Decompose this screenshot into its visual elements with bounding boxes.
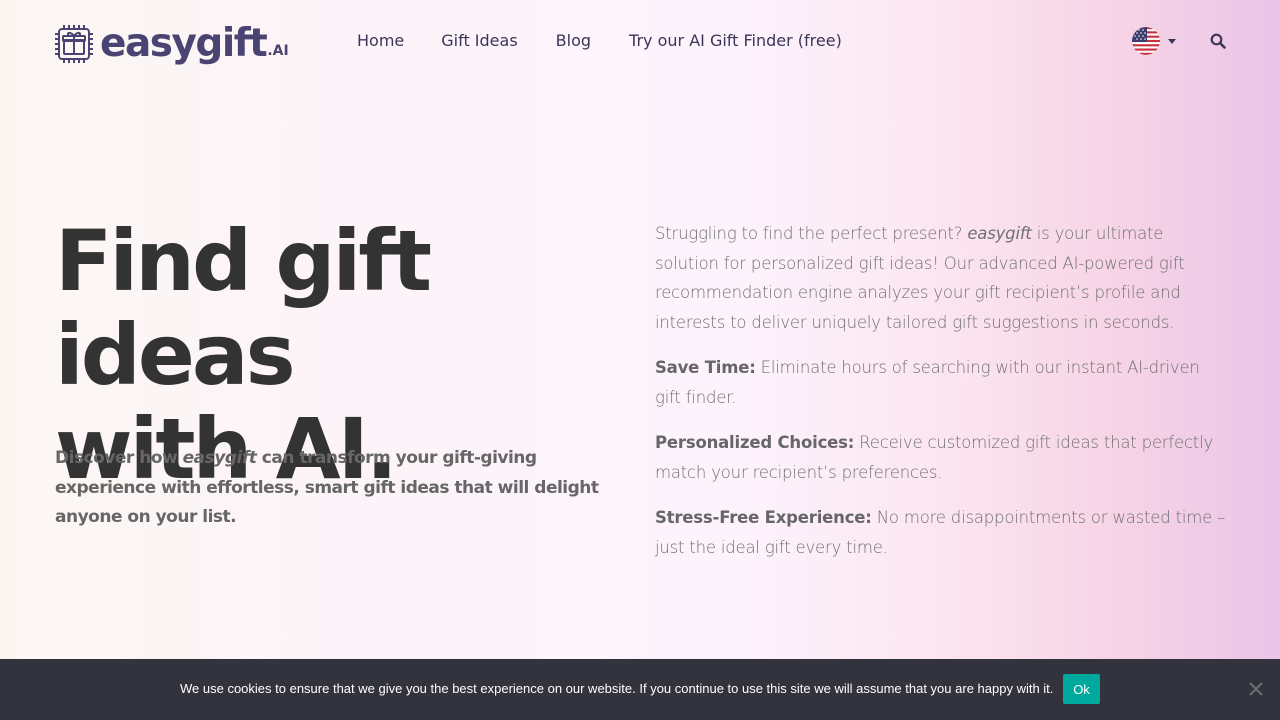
hero-subtitle: Discover how easygift can transform your… <box>55 444 615 533</box>
nav-ai-gift-finder[interactable]: Try our AI Gift Finder (free) <box>629 30 842 52</box>
site-header: easygift .AI Home Gift Ideas Blog Try ou… <box>0 0 1280 82</box>
feature-save-time: Save Time: Eliminate hours of searching … <box>655 353 1227 412</box>
language-selector[interactable] <box>1132 27 1176 55</box>
logo-link[interactable]: easygift .AI <box>55 20 289 66</box>
intro-section: Struggling to find the perfect present? … <box>655 219 1227 578</box>
feature-label: Save Time: <box>655 358 756 377</box>
chevron-down-icon <box>1168 38 1176 44</box>
us-flag-icon <box>1132 27 1160 55</box>
cookie-banner: We use cookies to ensure that we give yo… <box>0 659 1280 720</box>
feature-personalized: Personalized Choices: Receive customized… <box>655 428 1227 487</box>
logo-suffix: .AI <box>267 43 289 59</box>
nav-home[interactable]: Home <box>357 30 404 52</box>
intro-paragraph: Struggling to find the perfect present? … <box>655 219 1227 337</box>
cookie-ok-button[interactable]: Ok <box>1063 674 1100 704</box>
main-nav: Home Gift Ideas Blog Try our AI Gift Fin… <box>357 30 842 52</box>
hero-subtitle-pre: Discover how <box>55 448 183 468</box>
intro-brand: easygift <box>967 224 1032 243</box>
search-icon[interactable] <box>1210 33 1226 49</box>
feature-label: Personalized Choices: <box>655 433 855 452</box>
intro-pre: Struggling to find the perfect present? <box>655 224 968 243</box>
close-icon[interactable] <box>1248 681 1264 697</box>
gift-chip-logo-icon <box>55 25 93 63</box>
nav-blog[interactable]: Blog <box>556 30 591 52</box>
hero-title-line1: Find gift ideas <box>55 212 432 404</box>
feature-label: Stress-Free Experience: <box>655 508 872 527</box>
logo-wordmark: easygift <box>100 20 268 66</box>
cookie-message: We use cookies to ensure that we give yo… <box>180 681 1054 696</box>
nav-gift-ideas[interactable]: Gift Ideas <box>441 30 517 52</box>
hero-subtitle-brand: easygift <box>182 448 257 468</box>
feature-stress-free: Stress-Free Experience: No more disappoi… <box>655 503 1227 562</box>
